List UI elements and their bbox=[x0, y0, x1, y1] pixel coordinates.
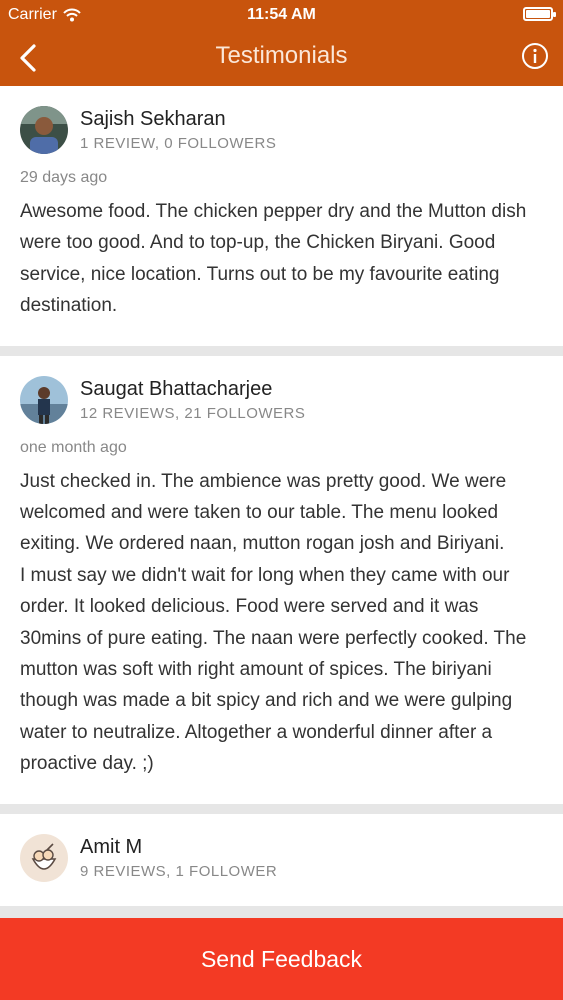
send-feedback-label: Send Feedback bbox=[200, 945, 363, 972]
nav-bar: Testimonials bbox=[0, 30, 563, 86]
review-text: Awesome food. The chicken pepper dry and… bbox=[20, 201, 527, 317]
reviewer-stats: 9 REVIEWS, 1 FOLLOWER bbox=[80, 862, 278, 880]
avatar[interactable] bbox=[20, 833, 68, 882]
review-card: Saugat Bhattacharjee 12 REVIEWS, 21 FOLL… bbox=[0, 355, 563, 804]
info-icon bbox=[522, 43, 548, 69]
reviewer-stats: 12 REVIEWS, 21 FOLLOWERS bbox=[80, 404, 306, 422]
header-bar: Carrier 11:54 AM Testimonials bbox=[0, 0, 563, 86]
reviews-list[interactable]: Sajish Sekharan 1 REVIEW, 0 FOLLOWERS 29… bbox=[0, 86, 563, 918]
reviewer-name[interactable]: Amit M bbox=[80, 834, 277, 860]
avatar[interactable] bbox=[20, 106, 68, 154]
status-time: 11:54 AM bbox=[247, 6, 316, 23]
review-date: one month ago bbox=[20, 438, 127, 456]
review-card: Sajish Sekharan 1 REVIEW, 0 FOLLOWERS 29… bbox=[0, 86, 563, 346]
send-feedback-button[interactable]: Send Feedback bbox=[0, 918, 563, 1000]
review-text: Just checked in. The ambience was pretty… bbox=[20, 470, 527, 775]
reviewer-stats: 1 REVIEW, 0 FOLLOWERS bbox=[80, 135, 277, 152]
page-title: Testimonials bbox=[215, 42, 348, 69]
status-bar: Carrier 11:54 AM bbox=[0, 0, 563, 30]
reviewer-name[interactable]: Sajish Sekharan bbox=[80, 106, 276, 132]
info-button[interactable] bbox=[521, 42, 549, 70]
review-date: 29 days ago bbox=[20, 169, 108, 186]
review-card: Amit M 9 REVIEWS, 1 FOLLOWER bbox=[0, 813, 563, 906]
battery-icon bbox=[523, 7, 556, 21]
reviewer-name[interactable]: Saugat Bhattacharjee bbox=[80, 376, 305, 402]
avatar[interactable] bbox=[20, 375, 68, 424]
